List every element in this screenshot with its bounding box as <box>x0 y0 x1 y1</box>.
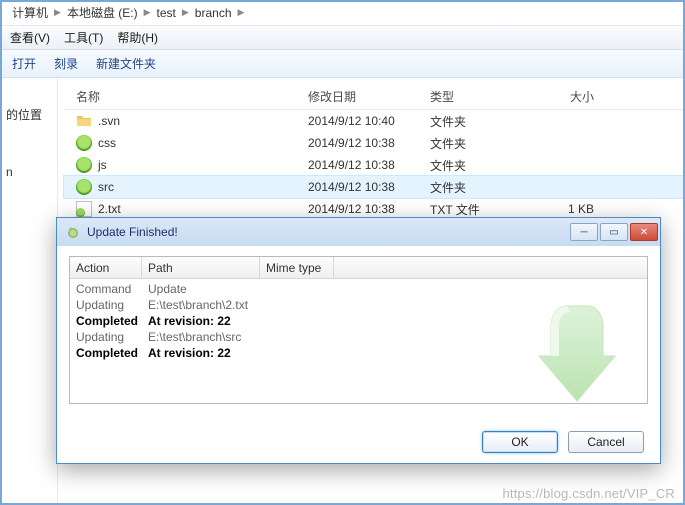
log-path: Update <box>142 282 462 296</box>
menu-view[interactable]: 查看(V) <box>10 29 50 46</box>
watermark: https://blog.csdn.net/VIP_CR <box>502 486 675 501</box>
file-name: css <box>98 136 116 150</box>
file-date: 2014/9/12 10:38 <box>304 202 426 216</box>
svn-file-icon <box>76 201 92 217</box>
log-col-mime[interactable]: Mime type <box>260 257 334 278</box>
file-size: 1 KB <box>534 202 624 216</box>
close-button[interactable]: ✕ <box>630 223 658 241</box>
file-list-body: .svn2014/9/12 10:40文件夹css2014/9/12 10:38… <box>64 110 685 220</box>
file-name: 2.txt <box>98 202 121 216</box>
chevron-right-icon: ▶ <box>180 7 191 18</box>
menu-tools[interactable]: 工具(T) <box>64 29 103 46</box>
cancel-button[interactable]: Cancel <box>568 431 644 453</box>
breadcrumb-item[interactable]: 本地磁盘 (E:) <box>63 4 142 21</box>
chevron-right-icon: ▶ <box>52 7 63 18</box>
file-date: 2014/9/12 10:40 <box>304 114 426 128</box>
column-header-type[interactable]: 类型 <box>426 88 534 105</box>
file-row[interactable]: js 2014/9/12 10:38文件夹 <box>64 154 685 176</box>
dialog-title: Update Finished! <box>87 225 562 239</box>
log-col-action[interactable]: Action <box>70 257 142 278</box>
menu-bar: 查看(V) 工具(T) 帮助(H) <box>0 26 685 50</box>
update-log-list: Action Path Mime type CommandUpdateUpdat… <box>69 256 648 404</box>
file-list-header: 名称 修改日期 类型 大小 <box>64 84 685 110</box>
file-date: 2014/9/12 10:38 <box>304 158 426 172</box>
file-name: src <box>98 180 114 194</box>
log-row[interactable]: CommandUpdate <box>70 281 647 297</box>
dialog-titlebar[interactable]: Update Finished! ─ ▭ ✕ <box>57 218 660 246</box>
chevron-right-icon: ▶ <box>236 7 247 18</box>
breadcrumb-item[interactable]: branch <box>191 6 236 20</box>
file-type: 文件夹 <box>426 135 534 152</box>
log-action: Command <box>70 282 142 296</box>
toolbar: 打开 刻录 新建文件夹 <box>0 50 685 78</box>
minimize-button[interactable]: ─ <box>570 223 598 241</box>
nav-n-label[interactable]: n <box>6 165 51 179</box>
log-action: Updating <box>70 298 142 312</box>
toolbar-burn[interactable]: 刻录 <box>54 55 78 72</box>
download-arrow-icon <box>535 301 619 404</box>
dialog-body: Action Path Mime type CommandUpdateUpdat… <box>57 246 660 463</box>
svn-folder-icon <box>76 157 92 173</box>
dialog-footer: OK Cancel <box>482 431 644 453</box>
file-date: 2014/9/12 10:38 <box>304 180 426 194</box>
maximize-button[interactable]: ▭ <box>600 223 628 241</box>
toolbar-new-folder[interactable]: 新建文件夹 <box>96 55 156 72</box>
file-type: 文件夹 <box>426 179 534 196</box>
toolbar-open[interactable]: 打开 <box>12 55 36 72</box>
file-type: TXT 文件 <box>426 201 534 218</box>
folder-icon <box>76 113 92 129</box>
breadcrumb-item[interactable]: 计算机 <box>8 4 52 21</box>
column-header-size[interactable]: 大小 <box>534 88 624 105</box>
log-path: At revision: 22 <box>142 314 462 328</box>
tortoise-icon <box>65 224 81 240</box>
log-path: E:\test\branch\2.txt <box>142 298 462 312</box>
navigation-pane: 的位置 n <box>0 78 58 505</box>
ok-button[interactable]: OK <box>482 431 558 453</box>
file-date: 2014/9/12 10:38 <box>304 136 426 150</box>
breadcrumb-item[interactable]: test <box>153 6 180 20</box>
log-action: Updating <box>70 330 142 344</box>
file-row[interactable]: css 2014/9/12 10:38文件夹 <box>64 132 685 154</box>
svn-folder-icon <box>76 135 92 151</box>
file-name: js <box>98 158 107 172</box>
file-row[interactable]: .svn 2014/9/12 10:40文件夹 <box>64 110 685 132</box>
file-name: .svn <box>98 114 120 128</box>
log-list-header: Action Path Mime type <box>70 257 647 279</box>
update-finished-dialog: Update Finished! ─ ▭ ✕ Action Path Mime … <box>56 217 661 464</box>
chevron-right-icon: ▶ <box>142 7 153 18</box>
menu-help[interactable]: 帮助(H) <box>117 29 158 46</box>
log-action: Completed <box>70 314 142 328</box>
column-header-name[interactable]: 名称 <box>64 88 304 105</box>
svn-folder-icon <box>76 179 92 195</box>
file-type: 文件夹 <box>426 157 534 174</box>
file-type: 文件夹 <box>426 113 534 130</box>
log-col-path[interactable]: Path <box>142 257 260 278</box>
address-bar[interactable]: 计算机 ▶ 本地磁盘 (E:) ▶ test ▶ branch ▶ <box>0 0 685 26</box>
window-controls: ─ ▭ ✕ <box>568 223 658 241</box>
column-header-date[interactable]: 修改日期 <box>304 88 426 105</box>
log-path: At revision: 22 <box>142 346 462 360</box>
file-row[interactable]: src 2014/9/12 10:38文件夹 <box>64 176 685 198</box>
log-action: Completed <box>70 346 142 360</box>
nav-places-label[interactable]: 的位置 <box>6 106 51 123</box>
log-path: E:\test\branch\src <box>142 330 462 344</box>
